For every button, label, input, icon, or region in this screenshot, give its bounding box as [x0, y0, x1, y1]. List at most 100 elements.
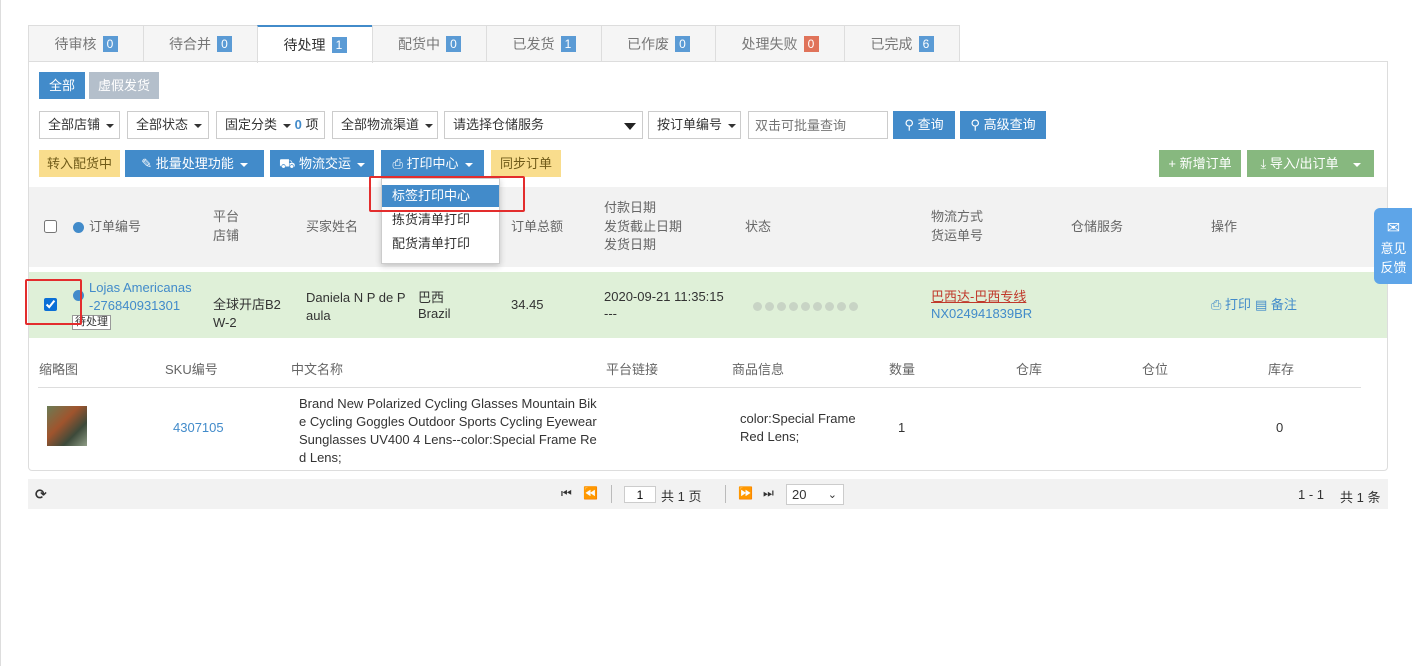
page-size-select[interactable]: 20 ⌄: [786, 484, 844, 505]
tab-2[interactable]: 待处理 1: [257, 25, 373, 63]
col-total: 订单总额: [511, 219, 564, 234]
chevron-down-icon: [624, 123, 636, 130]
status-select-label: 全部状态: [136, 117, 189, 132]
batch-process-button[interactable]: ✎ 批量处理功能: [125, 150, 264, 177]
divider: [725, 485, 726, 503]
tracking-number[interactable]: NX024941839BR: [931, 305, 1032, 323]
print-center-button[interactable]: ⎙ 打印中心: [381, 150, 484, 177]
order-id-link[interactable]: -276840931301: [89, 297, 180, 315]
tab-4[interactable]: 已发货 1: [486, 25, 602, 62]
new-order-button[interactable]: + 新增订单: [1159, 150, 1241, 177]
col-buyer: 买家姓名: [306, 219, 359, 234]
tab-0[interactable]: 待审核 0: [28, 25, 144, 62]
import-export-button[interactable]: ⤓ 导入/出订单: [1247, 150, 1374, 177]
collapse-icon[interactable]: [73, 222, 84, 233]
printer-icon: ⎙: [1211, 297, 1222, 312]
printer-icon: ⎙: [392, 156, 403, 171]
total-records: 共 1 条: [1340, 490, 1381, 505]
print-label: 打印: [1225, 297, 1252, 312]
select-all-checkbox[interactable]: [44, 220, 57, 233]
col-warehouse: 仓储服务: [1071, 219, 1124, 234]
virtual-ship-button[interactable]: 虚假发货: [89, 72, 159, 99]
item-info: color:Special Frame Red Lens;: [740, 411, 856, 444]
item-col-4: 商品信息: [732, 362, 785, 377]
prev-page-icon[interactable]: ⏪: [583, 486, 598, 500]
tab-label: 已作废: [627, 36, 669, 52]
refresh-icon[interactable]: ⟳: [35, 486, 47, 503]
tab-count-badge: 0: [803, 36, 819, 52]
warehouse-select-label: 请选择仓储服务: [453, 117, 545, 132]
tab-1[interactable]: 待合并 0: [143, 25, 258, 62]
col-ops: 操作: [1211, 219, 1238, 234]
tab-3[interactable]: 配货中 0: [372, 25, 487, 62]
page-input[interactable]: [624, 486, 656, 503]
chevron-down-icon: [106, 123, 115, 128]
order-store: 全球开店B2W-2: [213, 297, 281, 330]
note-link[interactable]: ▤ 备注: [1255, 296, 1297, 314]
search-icon: ⚲: [970, 117, 980, 132]
col-ship-date: 发货日期: [604, 237, 657, 252]
order-platform-link[interactable]: Lojas Americanas: [89, 279, 192, 297]
status-select[interactable]: 全部状态: [127, 111, 209, 139]
order-buyer: Daniela N P de Paula: [306, 290, 406, 323]
import-export-label: 导入/出订单: [1269, 156, 1339, 171]
store-select[interactable]: 全部店铺: [39, 111, 120, 139]
store-select-label: 全部店铺: [48, 117, 101, 132]
order-no-select[interactable]: 按订单编号: [648, 111, 741, 139]
tab-count-badge: 1: [560, 36, 576, 52]
item-sku[interactable]: 4307105: [173, 419, 224, 437]
chevron-down-icon: [283, 123, 292, 128]
last-page-icon[interactable]: ⏭: [763, 486, 774, 501]
first-page-icon[interactable]: ⏮: [561, 486, 572, 501]
tab-count-badge: 0: [446, 36, 461, 52]
order-table-header: 订单编号 平台 店铺 买家姓名 订单总额 付款日期 发货截止日期 发货日期 状态…: [29, 187, 1387, 267]
item-col-8: 库存: [1268, 362, 1295, 377]
print-menu-item-1[interactable]: 拣货清单打印: [382, 209, 499, 231]
plus-icon: +: [1168, 156, 1176, 171]
mail-icon: ✉: [1386, 220, 1401, 237]
print-link[interactable]: ⎙ 打印: [1211, 296, 1251, 314]
category-count: 0: [294, 117, 302, 132]
category-unit: 项: [305, 117, 319, 132]
item-name: Brand New Polarized Cycling Glasses Moun…: [299, 396, 597, 465]
tab-count-badge: 6: [918, 36, 934, 52]
item-col-5: 数量: [889, 362, 916, 377]
highlight-box-checkbox: [25, 279, 82, 325]
advanced-query-button[interactable]: ⚲ 高级查询: [960, 111, 1046, 139]
item-col-2: 中文名称: [291, 362, 344, 377]
logistics-ship-button[interactable]: ⛟ 物流交运: [270, 150, 374, 177]
tab-6[interactable]: 处理失败 0: [715, 25, 845, 62]
ship-method-link[interactable]: 巴西达-巴西专线: [931, 288, 1026, 306]
order-row[interactable]: Lojas Americanas -276840931301 待处理 全球开店B…: [29, 272, 1387, 338]
all-filter-button[interactable]: 全部: [39, 72, 85, 99]
tab-count-badge: 0: [102, 36, 118, 52]
tab-label: 已发货: [512, 36, 555, 52]
total-pages: 共 1 页: [661, 489, 702, 504]
item-qty: 1: [898, 420, 906, 435]
chevron-down-icon: [1352, 162, 1361, 167]
item-thumbnail[interactable]: [47, 406, 87, 446]
batch-process-label: 批量处理功能: [155, 156, 234, 171]
logistics-select[interactable]: 全部物流渠道: [332, 111, 438, 139]
sync-order-button[interactable]: 同步订单: [491, 150, 561, 177]
to-picking-button[interactable]: 转入配货中: [39, 150, 120, 177]
col-ship-method: 物流方式: [931, 209, 984, 224]
tab-7[interactable]: 已完成 6: [844, 25, 960, 62]
tab-5[interactable]: 已作废 0: [601, 25, 716, 62]
print-menu-item-2[interactable]: 配货清单打印: [382, 233, 499, 255]
chevron-down-icon: [464, 162, 473, 167]
tab-label: 已完成: [870, 36, 913, 52]
query-button[interactable]: ⚲ 查询: [893, 111, 955, 139]
order-ship-date: ---: [604, 306, 617, 321]
next-page-icon[interactable]: ⏩: [738, 486, 753, 500]
chevron-down-icon: ⌄: [827, 489, 837, 501]
order-status-tabs: 待审核 0 待合并 0 待处理 1 配货中 0 已发货 1 已作废 0 处理失败 0 已完成 6: [28, 25, 960, 63]
note-label: 备注: [1270, 297, 1297, 312]
feedback-button[interactable]: ✉ 意见 反馈: [1374, 208, 1412, 284]
download-icon: ⤓: [1260, 156, 1267, 171]
warehouse-select[interactable]: 请选择仓储服务: [444, 111, 643, 139]
tab-label: 配货中: [398, 36, 440, 52]
search-input[interactable]: [748, 111, 888, 139]
item-col-7: 仓位: [1142, 362, 1169, 377]
category-select[interactable]: 固定分类 0 项: [216, 111, 325, 139]
